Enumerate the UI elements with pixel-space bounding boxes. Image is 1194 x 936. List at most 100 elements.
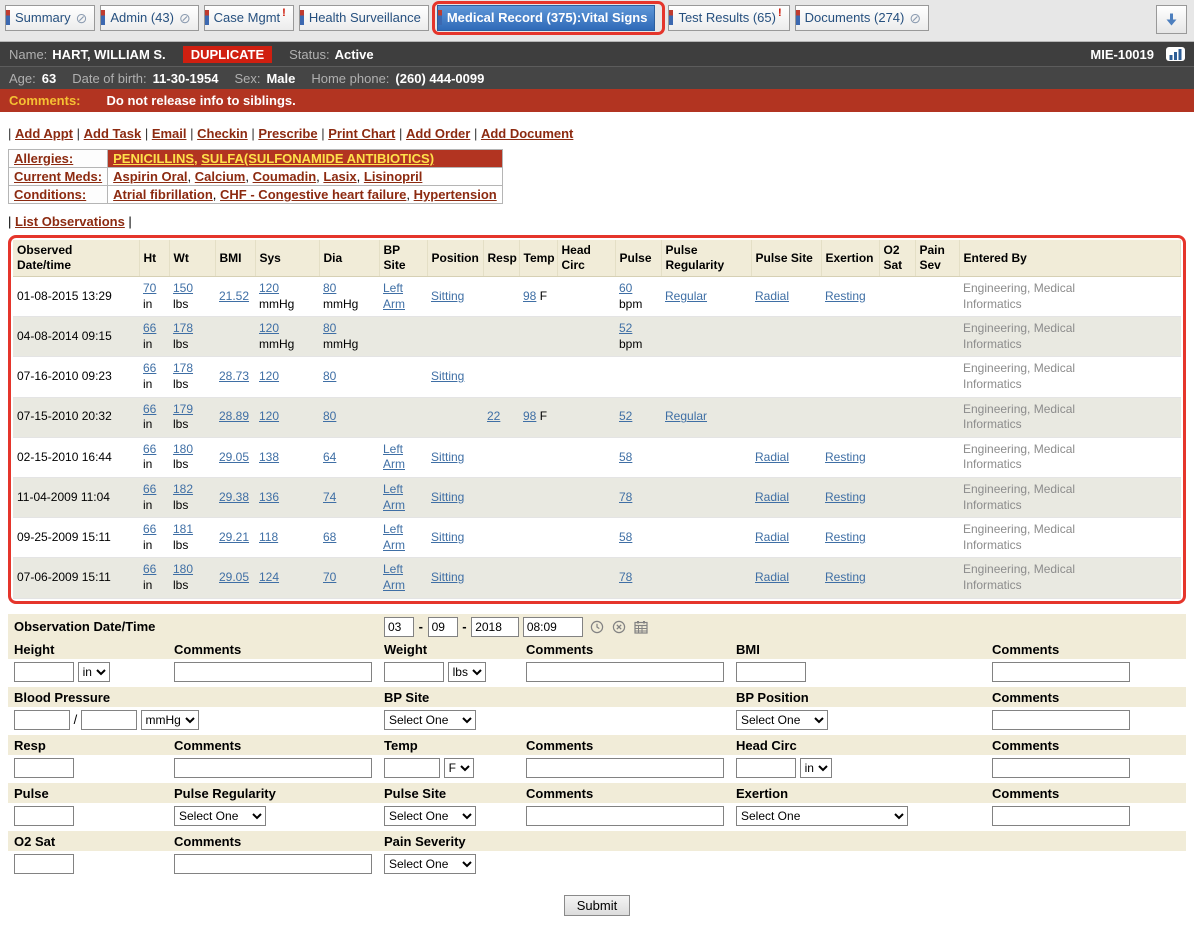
weight-input[interactable] (384, 662, 444, 682)
wt-value-link[interactable]: 180 (173, 442, 193, 456)
bp-unit-select[interactable]: mmHg (141, 710, 199, 730)
sys-value-link[interactable]: 120 (259, 409, 279, 423)
head-circ-unit-select[interactable]: in (800, 758, 832, 778)
pulse-value-link[interactable]: 60 (619, 281, 632, 295)
dia-value-link[interactable]: 74 (323, 490, 336, 504)
bp-site-value-link[interactable]: Left Arm (383, 562, 405, 592)
exertion-value-link[interactable]: Resting (825, 530, 866, 544)
bp-position-select[interactable]: Select One (736, 710, 828, 730)
sys-value-link[interactable]: 136 (259, 490, 279, 504)
pulse-value-link[interactable]: 78 (619, 490, 632, 504)
ht-value-link[interactable]: 66 (143, 562, 156, 576)
bmi-value-link[interactable]: 29.05 (219, 450, 249, 464)
ht-value-link[interactable]: 66 (143, 361, 156, 375)
download-button[interactable] (1156, 5, 1187, 34)
meds-item-link[interactable]: Lasix (323, 169, 356, 184)
temp-value-link[interactable]: 98 (523, 409, 536, 423)
conditions-item-link[interactable]: CHF - Congestive heart failure (220, 187, 406, 202)
dia-value-link[interactable]: 64 (323, 450, 336, 464)
duplicate-badge[interactable]: DUPLICATE (183, 46, 272, 63)
ht-value-link[interactable]: 66 (143, 321, 156, 335)
exertion-value-link[interactable]: Resting (825, 570, 866, 584)
pulse-comments-input[interactable] (526, 806, 724, 826)
temp-value-link[interactable]: 98 (523, 289, 536, 303)
position-value-link[interactable]: Sitting (431, 490, 464, 504)
sys-value-link[interactable]: 120 (259, 281, 279, 295)
tab-medical-record-375-vital-signs[interactable]: Medical Record (375):Vital Signs (437, 5, 656, 31)
weight-comments-input[interactable] (526, 662, 724, 682)
position-value-link[interactable]: Sitting (431, 450, 464, 464)
clear-icon[interactable] (612, 620, 626, 634)
temp-unit-select[interactable]: F (444, 758, 474, 778)
position-value-link[interactable]: Sitting (431, 530, 464, 544)
pin-icon[interactable]: ⊘ (76, 11, 88, 25)
wt-value-link[interactable]: 182 (173, 482, 193, 496)
exertion-value-link[interactable]: Resting (825, 450, 866, 464)
height-unit-select[interactable]: in (78, 662, 110, 682)
sys-value-link[interactable]: 118 (259, 530, 278, 544)
resp-value-link[interactable]: 22 (487, 409, 500, 423)
weight-unit-select[interactable]: lbs (448, 662, 486, 682)
pulse-input[interactable] (14, 806, 74, 826)
bp-site-value-link[interactable]: Left Arm (383, 281, 405, 311)
bmi-value-link[interactable]: 21.52 (219, 289, 249, 303)
bmi-value-link[interactable]: 29.05 (219, 570, 249, 584)
obs-time-input[interactable] (523, 617, 583, 637)
wt-value-link[interactable]: 179 (173, 402, 193, 416)
ht-value-link[interactable]: 70 (143, 281, 156, 295)
bp-site-value-link[interactable]: Left Arm (383, 522, 405, 552)
pulse-value-link[interactable]: 52 (619, 409, 632, 423)
pulse-value-link[interactable]: 58 (619, 450, 632, 464)
temp-comments-input[interactable] (526, 758, 724, 778)
bmi-value-link[interactable]: 29.38 (219, 490, 249, 504)
exertion-comments-input[interactable] (992, 806, 1130, 826)
meds-item-link[interactable]: Calcium (195, 169, 246, 184)
o2-sat-comments-input[interactable] (174, 854, 372, 874)
sys-value-link[interactable]: 124 (259, 570, 279, 584)
position-value-link[interactable]: Sitting (431, 369, 464, 383)
action-link-email[interactable]: Email (152, 126, 187, 141)
ht-value-link[interactable]: 66 (143, 402, 156, 416)
exertion-value-link[interactable]: Resting (825, 490, 866, 504)
dia-value-link[interactable]: 80 (323, 321, 336, 335)
action-link-prescribe[interactable]: Prescribe (258, 126, 317, 141)
pulse-site-select[interactable]: Select One (384, 806, 476, 826)
head-circ-input[interactable] (736, 758, 796, 778)
pulse-site-value-link[interactable]: Radial (755, 289, 789, 303)
tab-summary[interactable]: Summary⊘ (5, 5, 95, 31)
exertion-select[interactable]: Select One (736, 806, 908, 826)
conditions-item-link[interactable]: Hypertension (414, 187, 497, 202)
action-link-add-appt[interactable]: Add Appt (15, 126, 73, 141)
dia-value-link[interactable]: 80 (323, 369, 336, 383)
obs-year-input[interactable] (471, 617, 519, 637)
chart-icon[interactable] (1166, 47, 1185, 61)
resp-comments-input[interactable] (174, 758, 372, 778)
tab-health-surveillance[interactable]: Health Surveillance (299, 5, 429, 31)
temp-input[interactable] (384, 758, 440, 778)
allergies-label-link[interactable]: Allergies: (14, 151, 73, 166)
bp-site-select[interactable]: Select One (384, 710, 476, 730)
action-link-add-task[interactable]: Add Task (84, 126, 142, 141)
action-link-add-order[interactable]: Add Order (406, 126, 470, 141)
head-circ-comments-input[interactable] (992, 758, 1130, 778)
pulse-regularity-value-link[interactable]: Regular (665, 409, 707, 423)
obs-day-input[interactable] (428, 617, 458, 637)
obs-month-input[interactable] (384, 617, 414, 637)
submit-button[interactable]: Submit (564, 895, 630, 916)
allergies-item-link[interactable]: SULFA(SULFONAMIDE ANTIBIOTICS) (201, 151, 434, 166)
bp-site-value-link[interactable]: Left Arm (383, 442, 405, 472)
action-link-add-document[interactable]: Add Document (481, 126, 573, 141)
pulse-value-link[interactable]: 52 (619, 321, 632, 335)
wt-value-link[interactable]: 150 (173, 281, 193, 295)
ht-value-link[interactable]: 66 (143, 442, 156, 456)
bp-comments-input[interactable] (992, 710, 1130, 730)
dia-value-link[interactable]: 68 (323, 530, 336, 544)
action-link-checkin[interactable]: Checkin (197, 126, 248, 141)
bmi-value-link[interactable]: 28.89 (219, 409, 249, 423)
dia-value-link[interactable]: 70 (323, 570, 336, 584)
bmi-value-link[interactable]: 28.73 (219, 369, 249, 383)
wt-value-link[interactable]: 180 (173, 562, 193, 576)
pin-icon[interactable]: ⊘ (179, 11, 191, 25)
conditions-label-link[interactable]: Conditions: (14, 187, 86, 202)
clock-icon[interactable] (590, 620, 604, 634)
